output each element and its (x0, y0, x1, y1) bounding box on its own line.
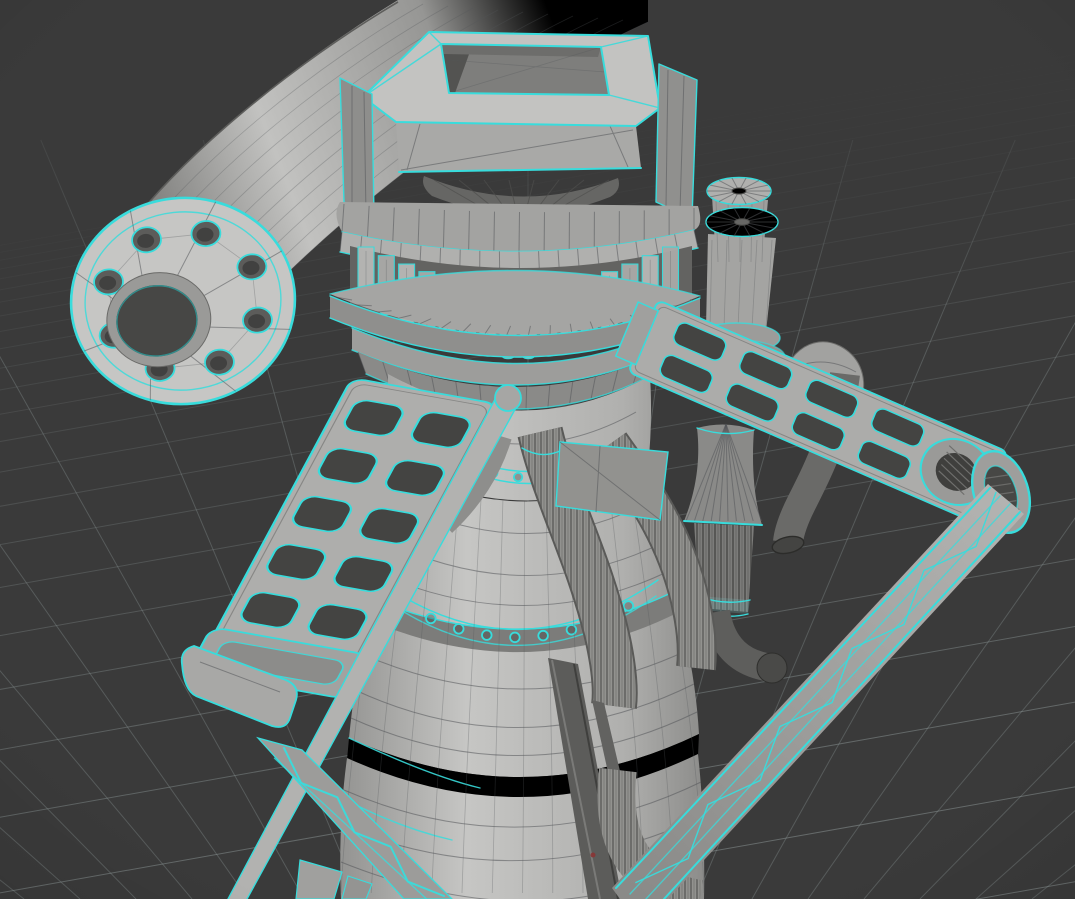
vignette (0, 0, 1075, 899)
viewport-3d[interactable] (0, 0, 1075, 899)
